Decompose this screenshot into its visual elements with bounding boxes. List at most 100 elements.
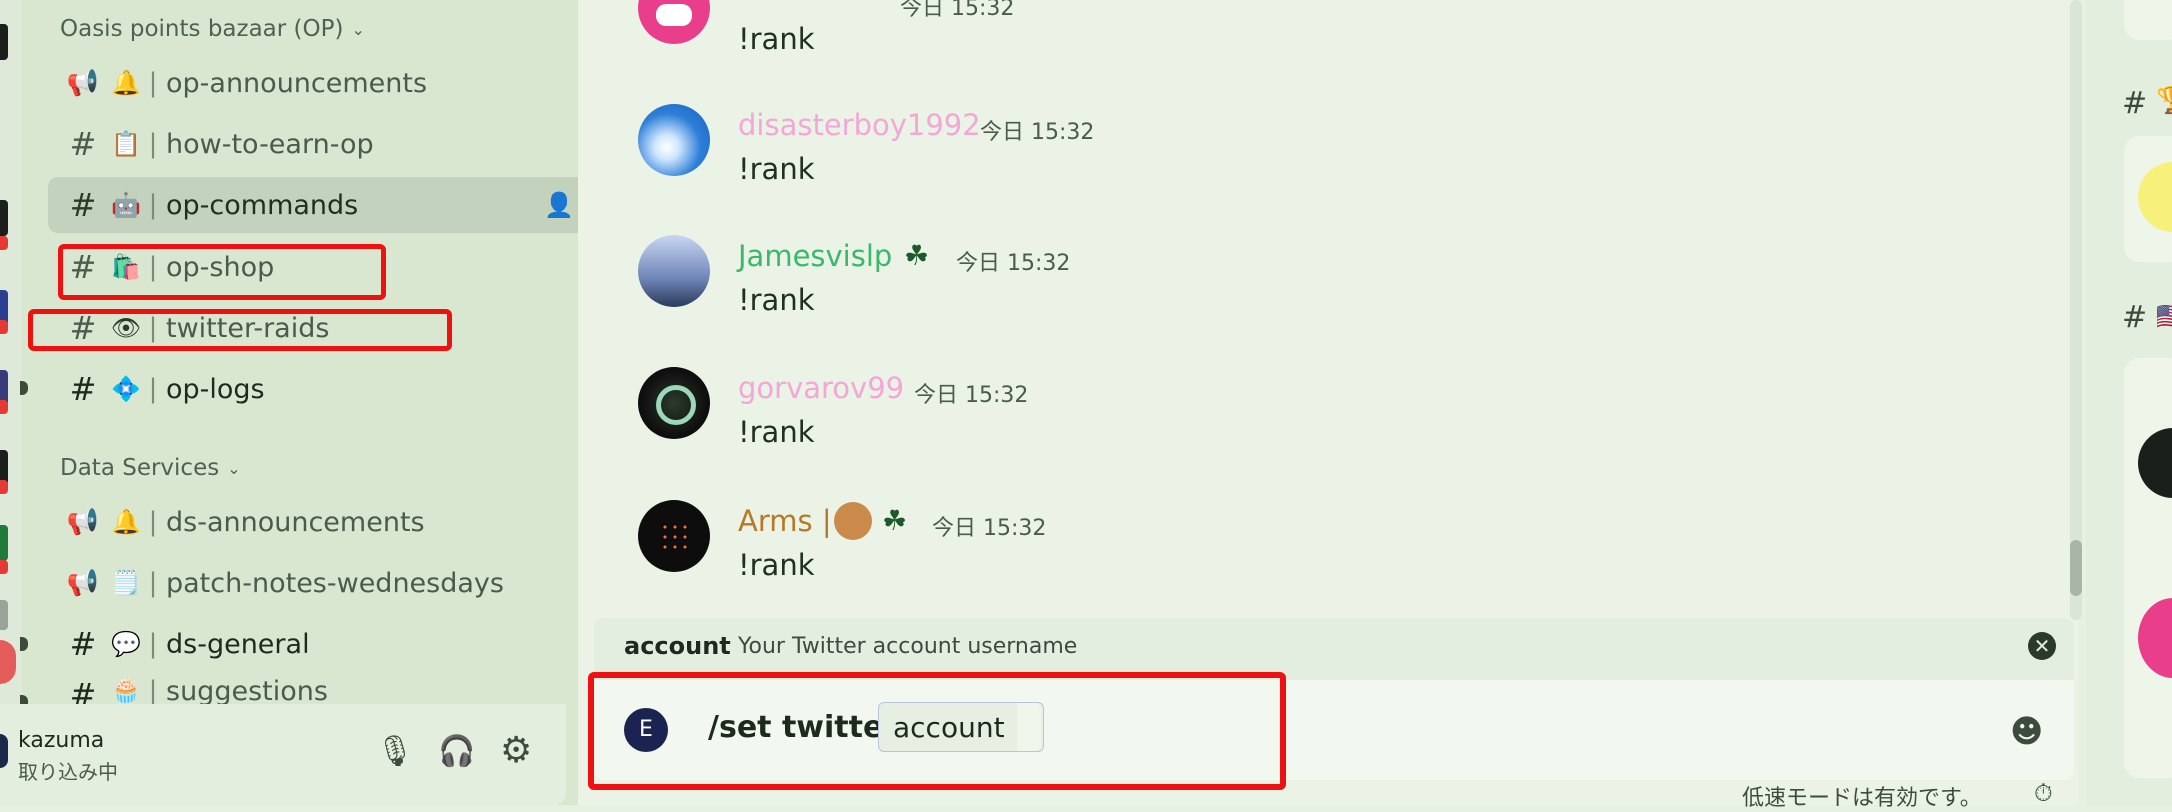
hash-icon: # bbox=[2122, 86, 2148, 121]
chevron-down-icon: ⌄ bbox=[351, 19, 365, 39]
channel-emoji: 🗒️ bbox=[111, 569, 141, 597]
logo-icon bbox=[656, 385, 696, 425]
message-timestamp: 今日 15:32 bbox=[956, 251, 1071, 276]
separator: | bbox=[148, 629, 158, 659]
us-flag-icon: 🇺🇸 bbox=[2156, 302, 2172, 332]
channel-emoji: 💠 bbox=[111, 375, 141, 403]
channel-name: op-announcements bbox=[166, 67, 428, 99]
emoji-icon[interactable]: ☻ bbox=[2010, 712, 2043, 750]
server-icon[interactable] bbox=[0, 200, 8, 236]
channel-suggestions[interactable]: # 🧁 | suggestions bbox=[48, 676, 588, 704]
hash-locked-icon: # bbox=[2122, 300, 2148, 335]
server-icon[interactable] bbox=[0, 600, 8, 630]
hash-locked-icon: # bbox=[69, 370, 97, 408]
scrollbar-track[interactable] bbox=[2070, 0, 2082, 620]
channel-name: how-to-earn-op bbox=[166, 128, 374, 160]
gear-icon[interactable]: ⚙ bbox=[500, 730, 532, 771]
channel-card[interactable] bbox=[2124, 136, 2172, 262]
announcement-icon: 📢 bbox=[66, 68, 100, 98]
channel-sidebar: Oasis points bazaar (OP) ⌄ 📢 🔔 | op-anno… bbox=[20, 0, 588, 805]
channel-ds-announcements[interactable]: 📢 🔔 | ds-announcements bbox=[48, 494, 588, 550]
unread-indicator bbox=[20, 637, 28, 651]
server-rail bbox=[0, 0, 22, 805]
scrollbar-thumb[interactable] bbox=[2070, 540, 2082, 596]
highlight-box-twitter-raids bbox=[28, 309, 452, 351]
message-body: !rank bbox=[738, 152, 815, 186]
channel-name: ds-announcements bbox=[166, 506, 425, 538]
chevron-down-icon: ⌄ bbox=[227, 458, 241, 478]
close-icon[interactable]: ✕ bbox=[2028, 632, 2056, 660]
avatar[interactable] bbox=[638, 104, 710, 176]
announcement-icon: 📢 bbox=[66, 568, 100, 598]
channel-card[interactable] bbox=[2124, 0, 2172, 40]
channel-name: patch-notes-wednesdays bbox=[166, 567, 504, 599]
highlight-box-op-shop bbox=[58, 244, 386, 300]
avatar[interactable] bbox=[638, 500, 710, 572]
channel-op-logs[interactable]: # 💠 | op-logs bbox=[48, 361, 588, 417]
channel-patch-notes-wednesdays[interactable]: 📢 🗒️ | patch-notes-wednesdays bbox=[48, 555, 588, 611]
clover-badge-icon: ☘ bbox=[882, 504, 908, 537]
user-status[interactable]: 取り込み中 bbox=[18, 756, 118, 785]
category-label: Data Services bbox=[60, 455, 220, 481]
timer-icon: ⏱ bbox=[2034, 779, 2053, 807]
unread-indicator bbox=[20, 381, 28, 395]
hash-locked-icon: # bbox=[69, 676, 97, 704]
avatar[interactable] bbox=[638, 235, 710, 307]
channel-name: op-commands bbox=[166, 189, 359, 221]
channel-ds-general[interactable]: # 💬 | ds-general bbox=[48, 616, 588, 672]
channel-how-to-earn-op[interactable]: # 📋 | how-to-earn-op bbox=[48, 116, 588, 172]
category-data-services[interactable]: Data Services ⌄ bbox=[60, 455, 241, 481]
hash-locked-icon: # bbox=[69, 625, 97, 663]
role-badge-icon bbox=[834, 502, 872, 540]
command-option-hint[interactable]: account Your Twitter account username ✕ bbox=[594, 618, 2074, 680]
channel-emoji: 📋 bbox=[111, 130, 141, 158]
hash-locked-icon: # bbox=[69, 125, 97, 163]
channel-name: ds-general bbox=[166, 628, 310, 660]
channel-emoji: 🔔 bbox=[111, 69, 141, 97]
avatar[interactable] bbox=[638, 367, 710, 439]
message-timestamp: 今日 15:32 bbox=[980, 120, 1095, 145]
separator: | bbox=[148, 374, 158, 404]
separator: | bbox=[148, 507, 158, 537]
channel-emoji: 🔔 bbox=[111, 508, 141, 536]
separator: | bbox=[148, 190, 158, 220]
trophy-icon: 🏆 bbox=[2156, 86, 2172, 116]
separator: | bbox=[148, 129, 158, 159]
option-description: Your Twitter account username bbox=[738, 634, 1078, 659]
clover-badge-icon: ☘ bbox=[904, 239, 930, 272]
channel-name: op-logs bbox=[166, 373, 265, 405]
message-author[interactable]: disasterboy1992 bbox=[738, 108, 981, 142]
headphones-icon[interactable]: 🎧 bbox=[438, 734, 475, 769]
separator: | bbox=[148, 568, 158, 598]
channel-op-commands[interactable]: # 🤖 | op-commands 👤 bbox=[48, 177, 588, 233]
channel-card[interactable] bbox=[2124, 358, 2172, 778]
avatar[interactable] bbox=[0, 734, 8, 768]
category-label: Oasis points bazaar (OP) bbox=[60, 16, 344, 42]
user-panel: kazuma 取り込み中 🎙 🎧 ⚙ bbox=[0, 704, 566, 805]
channel-op-announcements[interactable]: 📢 🔔 | op-announcements bbox=[48, 55, 588, 111]
server-icon[interactable] bbox=[0, 525, 8, 561]
microphone-icon[interactable]: 🎙 bbox=[376, 734, 414, 769]
add-member-icon[interactable]: 👤 bbox=[544, 191, 574, 219]
server-indicator bbox=[0, 24, 8, 60]
channel-emoji: 🤖 bbox=[111, 191, 141, 219]
right-panel: # 🏆 # 🇺🇸 bbox=[2086, 0, 2172, 805]
server-icon[interactable] bbox=[0, 640, 16, 684]
message-author[interactable]: Arms | bbox=[738, 504, 832, 538]
message-author[interactable]: Jamesvislp bbox=[738, 239, 892, 273]
avatar[interactable] bbox=[638, 0, 710, 44]
separator: | bbox=[148, 68, 158, 98]
username[interactable]: kazuma bbox=[18, 728, 104, 753]
mention-badge bbox=[0, 236, 8, 250]
avatar bbox=[2138, 428, 2172, 498]
message-body: !rank bbox=[738, 22, 815, 56]
category-oasis-points[interactable]: Oasis points bazaar (OP) ⌄ bbox=[60, 16, 365, 42]
avatar bbox=[2138, 598, 2172, 678]
highlight-box-composer bbox=[588, 672, 1286, 790]
hash-icon: # bbox=[69, 186, 97, 224]
message-author[interactable]: gorvarov99 bbox=[738, 371, 904, 405]
discord-icon bbox=[656, 4, 692, 26]
message-body: !rank bbox=[738, 283, 815, 317]
separator: | bbox=[148, 676, 158, 704]
mention-badge bbox=[0, 480, 8, 494]
